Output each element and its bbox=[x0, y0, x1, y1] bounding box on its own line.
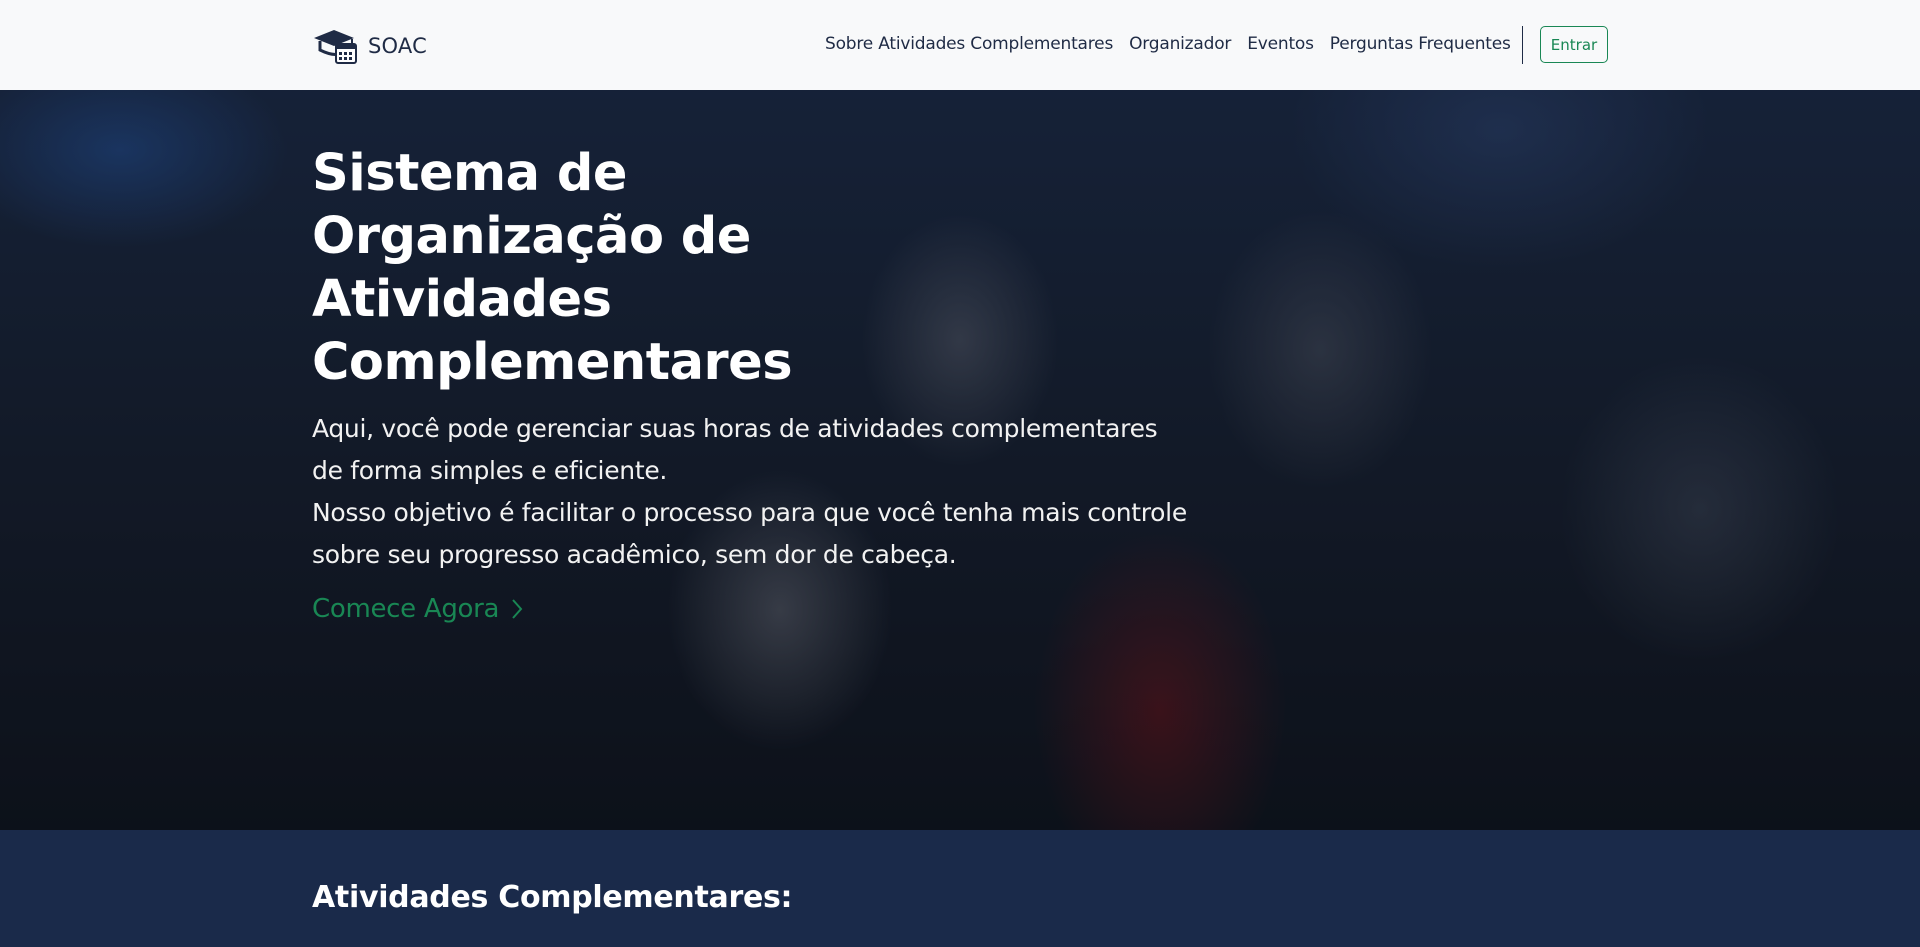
hero-description-line-2: Nosso objetivo é facilitar o processo pa… bbox=[312, 498, 1187, 569]
chevron-right-icon bbox=[512, 599, 523, 619]
nav-links: Sobre Atividades Complementares Organiza… bbox=[825, 34, 1511, 54]
nav-link-perguntas-frequentes[interactable]: Perguntas Frequentes bbox=[1330, 34, 1511, 54]
navbar: SOAC Sobre Atividades Complementares Org… bbox=[0, 0, 1920, 90]
hero-title: Sistema de Organização de Atividades Com… bbox=[312, 144, 793, 392]
section-title: Atividades Complementares: bbox=[312, 880, 793, 915]
login-button[interactable]: Entrar bbox=[1540, 26, 1608, 63]
get-started-label: Comece Agora bbox=[312, 594, 500, 624]
hero: Sistema de Organização de Atividades Com… bbox=[0, 90, 1920, 830]
nav-link-eventos[interactable]: Eventos bbox=[1247, 34, 1314, 54]
hero-description-line-1: Aqui, você pode gerenciar suas horas de … bbox=[312, 414, 1158, 485]
hero-description: Aqui, você pode gerenciar suas horas de … bbox=[312, 408, 1192, 576]
graduation-cap-calendar-icon bbox=[312, 26, 358, 66]
nav-link-organizador[interactable]: Organizador bbox=[1129, 34, 1231, 54]
atividades-section: Atividades Complementares: bbox=[0, 830, 1920, 947]
get-started-link[interactable]: Comece Agora bbox=[312, 594, 523, 624]
brand-name: SOAC bbox=[368, 34, 427, 58]
brand[interactable]: SOAC bbox=[312, 26, 427, 66]
nav-divider bbox=[1522, 26, 1523, 64]
nav-link-sobre[interactable]: Sobre Atividades Complementares bbox=[825, 34, 1113, 54]
hero-content: Sistema de Organização de Atividades Com… bbox=[312, 142, 1192, 624]
